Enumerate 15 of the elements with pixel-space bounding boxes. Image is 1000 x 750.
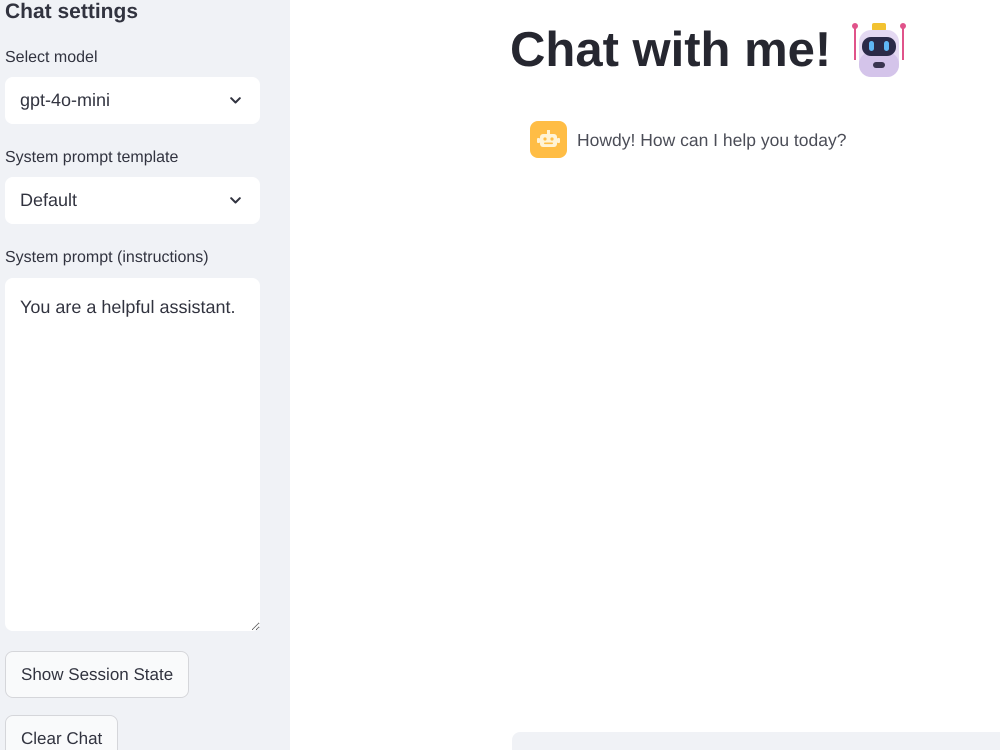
bot-avatar-icon — [530, 121, 567, 158]
chat-message-text: Howdy! How can I help you today? — [577, 128, 846, 152]
select-dropdown[interactable]: Default — [5, 177, 260, 224]
select-dropdown[interactable]: gpt-4o-mini — [5, 77, 260, 124]
chevron-down-icon — [230, 97, 241, 104]
chevron-down-icon — [230, 197, 241, 204]
sidebar-button[interactable]: Clear Chat — [5, 715, 118, 750]
prompt-textarea[interactable]: You are a helpful assistant. — [5, 278, 260, 631]
field-label: Select model — [5, 48, 98, 68]
sidebar-button[interactable]: Show Session State — [5, 651, 190, 698]
field-label: System prompt template — [5, 148, 180, 168]
robot-icon — [851, 22, 908, 78]
field-label: System prompt (instructions) — [5, 248, 210, 268]
sidebar-title: Chat settings — [5, 0, 140, 24]
page-title: Chat with me! — [510, 22, 832, 79]
